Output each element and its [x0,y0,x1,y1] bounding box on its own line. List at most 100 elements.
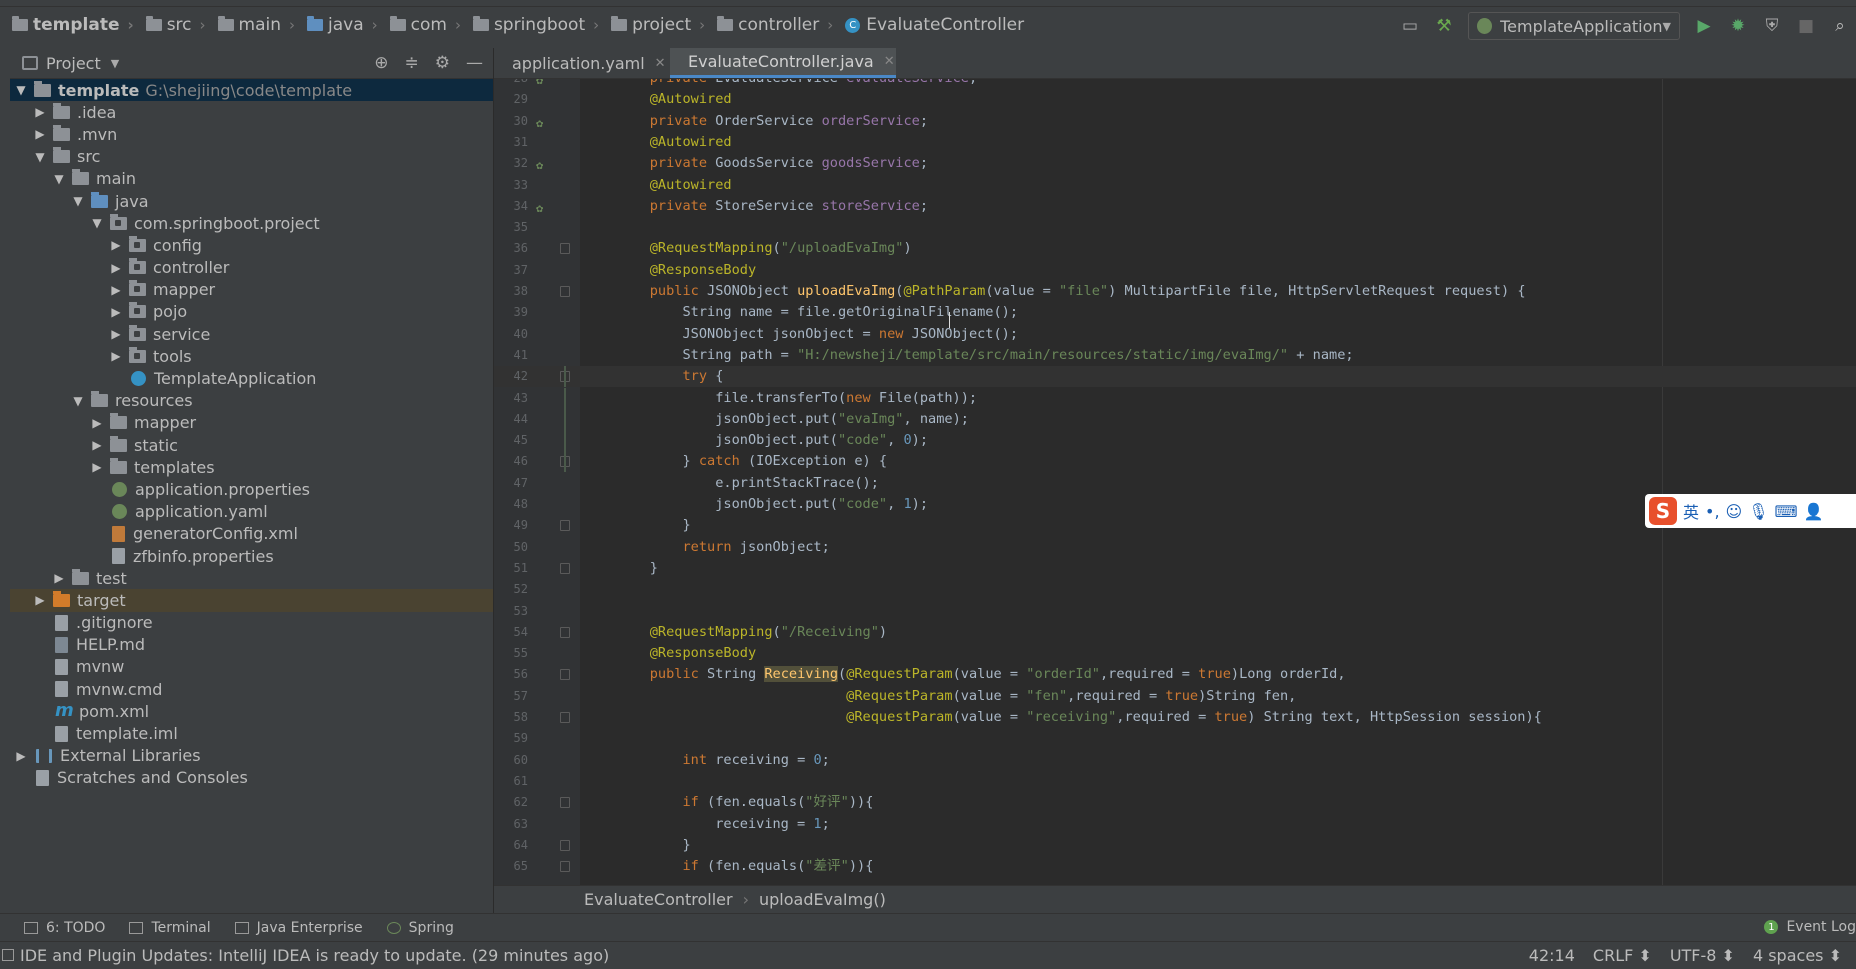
code-line[interactable]: 40 JSONObject jsonObject = new JSONObjec… [494,324,1856,345]
tree-node[interactable]: ▶ mapper [10,412,493,434]
expand-right-icon[interactable]: ▶ [52,571,66,585]
window-icon[interactable] [2,949,14,961]
code-line[interactable]: 64 } [494,835,1856,856]
breadcrumb-item[interactable]: project › [599,15,705,35]
tool-window-todo[interactable]: 6: TODO [24,920,105,936]
fold-marker-icon[interactable] [560,712,570,723]
expand-down-icon[interactable]: ▼ [90,216,104,230]
fold-marker-icon[interactable] [560,669,570,681]
code-line[interactable]: 63 receiving = 1; [494,814,1856,835]
indent-setting[interactable]: 4 spaces ⬍ [1753,946,1842,965]
fold-marker-icon[interactable] [560,243,570,255]
user-icon[interactable]: 👤 [1804,502,1824,521]
tree-node[interactable]: template.iml [10,722,493,744]
expand-right-icon[interactable]: ▶ [33,127,47,141]
layout-icon[interactable]: ▭ [1400,16,1420,36]
code-line[interactable]: 38 public JSONObject uploadEvaImg(@PathP… [494,281,1856,302]
project-panel-title[interactable]: Project [46,54,101,73]
expand-down-icon[interactable]: ▼ [33,150,47,164]
code-line[interactable]: 37 @ResponseBody [494,260,1856,281]
tree-node[interactable]: ▶ tools [10,345,493,367]
expand-right-icon[interactable]: ▶ [109,327,123,341]
tree-node[interactable]: ▶ pojo [10,301,493,323]
code-line[interactable]: 41 String path = "H:/newsheji/template/s… [494,345,1856,366]
tree-node[interactable]: ▶ static [10,434,493,456]
tree-node[interactable]: mvnw [10,656,493,678]
breadcrumb-item[interactable]: com › [378,15,461,35]
gear-icon[interactable]: ⚙ [435,54,450,72]
stop-icon[interactable]: ■ [1796,16,1816,36]
search-icon[interactable]: ⌕ [1830,16,1850,36]
expand-down-icon[interactable]: ▼ [71,394,85,408]
fold-marker-icon[interactable] [560,562,570,574]
tree-node[interactable]: ▶ config [10,234,493,256]
run-configuration-select[interactable]: TemplateApplication ▼ [1468,12,1680,40]
tree-node[interactable]: ▶ service [10,323,493,345]
expand-right-icon[interactable]: ▶ [109,349,123,363]
tree-node[interactable]: TemplateApplication [10,367,493,389]
breadcrumb-item[interactable]: C EvaluateController [833,15,1024,35]
code-line[interactable]: 30 ✿ private OrderService orderService; [494,111,1856,132]
tree-node[interactable]: ▼ resources [10,390,493,412]
caret-position[interactable]: 42:14 [1529,946,1575,965]
expand-down-icon[interactable]: ▼ [71,194,85,208]
punctuation-icon[interactable]: •, [1705,502,1720,521]
expand-down-icon[interactable]: ▼ [52,172,66,186]
expand-right-icon[interactable]: ▶ [109,283,123,297]
tree-node[interactable]: ▶ templates [10,456,493,478]
tree-node[interactable]: ▼ main [10,168,493,190]
code-line[interactable]: 55 @ResponseBody [494,643,1856,664]
expand-right-icon[interactable]: ▶ [90,460,104,474]
tree-node[interactable]: generatorConfig.xml [10,523,493,545]
tree-node[interactable]: m pom.xml [10,700,493,722]
breadcrumb-item[interactable]: src › [134,15,206,35]
spring-bean-icon[interactable]: ✿ [536,113,550,130]
code-line[interactable]: 34 ✿ private StoreService storeService; [494,196,1856,217]
code-line[interactable]: 61 [494,771,1856,792]
microphone-icon[interactable]: 🎙 [1748,502,1768,521]
code-line[interactable]: 35 [494,217,1856,238]
code-line[interactable]: 62 if (fen.equals("好评")){ [494,792,1856,813]
expand-right-icon[interactable]: ▶ [33,593,47,607]
code-editor[interactable]: 28 ✿ private EvaluateService evaluateServ… [494,79,1856,885]
code-line[interactable]: 60 int receiving = 0; [494,750,1856,771]
breadcrumb-item[interactable]: springboot › [461,15,599,35]
code-line[interactable]: 53 [494,601,1856,622]
status-message[interactable]: IDE and Plugin Updates: IntelliJ IDEA is… [20,946,609,965]
debug-icon[interactable]: ✹ [1728,16,1748,36]
sogou-logo-icon[interactable]: S [1649,497,1677,525]
code-line[interactable]: 47 e.printStackTrace(); [494,473,1856,494]
tree-node[interactable]: application.properties [10,478,493,500]
expand-right-icon[interactable]: ▶ [90,438,104,452]
code-line[interactable]: 59 [494,728,1856,749]
code-line[interactable]: 54 @RequestMapping("/Receiving") [494,622,1856,643]
hide-icon[interactable]: — [466,54,483,72]
fold-marker-icon[interactable] [560,520,570,532]
tree-node[interactable]: ▶ .idea [10,101,493,123]
tab-evaluate-controller[interactable]: EvaluateController.java ✕ [670,48,896,78]
code-line[interactable]: 51 } [494,558,1856,579]
breadcrumb-item[interactable]: java › [295,15,378,35]
code-line[interactable]: 50 return jsonObject; [494,537,1856,558]
tree-node[interactable]: ▼ java [10,190,493,212]
tree-node[interactable]: ▶ test [10,567,493,589]
code-line[interactable]: 36 @RequestMapping("/uploadEvaImg") [494,238,1856,259]
code-line[interactable]: 39 String name = file.getOriginalFilenam… [494,302,1856,323]
tree-node[interactable]: ▼ src [10,146,493,168]
file-encoding[interactable]: UTF-8 ⬍ [1670,946,1735,965]
tree-node[interactable]: ▼ template G:\shejiing\code\template [10,79,493,102]
tree-node[interactable]: Scratches and Consoles [10,767,493,789]
collapse-all-icon[interactable]: ≑ [405,54,419,72]
code-line[interactable]: 43 file.transferTo(new File(path)); [494,387,1856,409]
code-line[interactable]: 65 if (fen.equals("差评")){ [494,856,1856,877]
fold-marker-icon[interactable] [560,626,570,638]
spring-bean-icon[interactable]: ✿ [536,155,550,172]
close-icon[interactable]: ✕ [884,54,895,69]
tree-node[interactable]: ▶ mapper [10,279,493,301]
run-icon[interactable]: ▶ [1694,16,1714,36]
breadcrumb-item[interactable]: main › [206,15,295,35]
code-line[interactable]: 33 @Autowired [494,175,1856,196]
tool-window-terminal[interactable]: Terminal [129,920,211,936]
code-line[interactable]: 58 @RequestParam(value = "receiving",req… [494,707,1856,728]
breadcrumb-item[interactable]: template › [0,15,134,35]
